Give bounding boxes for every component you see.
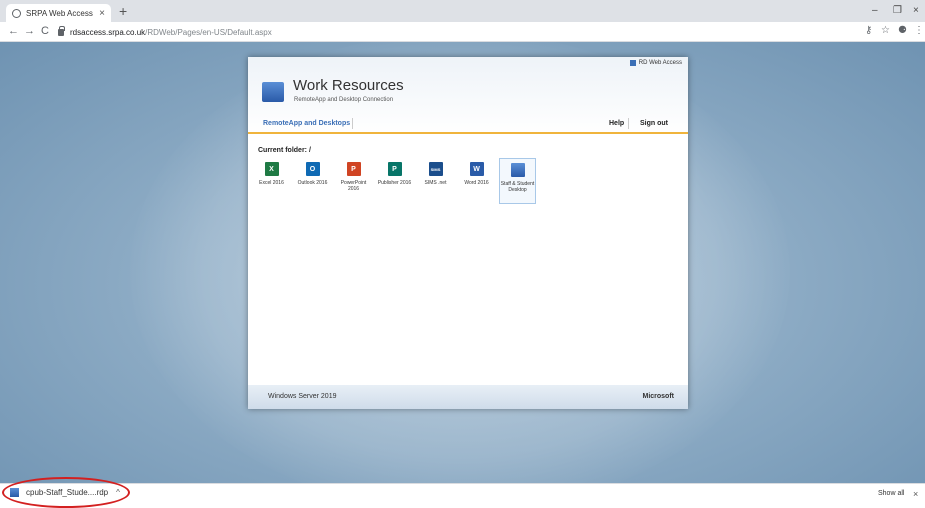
rdweb-nav-bar: RemoteApp and Desktops Help Sign out <box>248 117 688 134</box>
app-outlook[interactable]: O Outlook 2016 <box>294 158 331 204</box>
rd-web-access-badge: RD Web Access <box>629 60 682 66</box>
app-label: Outlook 2016 <box>297 180 328 186</box>
nav-divider <box>628 118 629 129</box>
remote-desktop-icon <box>510 163 525 177</box>
new-tab-button[interactable]: + <box>119 3 127 19</box>
tab-title: SRPA Web Access <box>26 8 93 18</box>
address-bar[interactable]: rdsaccess.srpa.co.uk /RDWeb/Pages/en-US/… <box>58 24 828 40</box>
page-title: Work Resources <box>293 77 404 94</box>
rdweb-footer: Windows Server 2019 Microsoft <box>248 385 688 409</box>
globe-icon <box>12 8 21 18</box>
app-label: Staff & Student Desktop <box>500 181 535 193</box>
download-bar: cpub-Staff_Stude....rdp ^ Show all × <box>0 477 925 508</box>
nav-remoteapp-desktops[interactable]: RemoteApp and Desktops <box>263 120 350 127</box>
bookmark-star-icon[interactable]: ☆ <box>881 25 890 36</box>
app-list: X Excel 2016 O Outlook 2016 P PowerPoint… <box>253 158 540 204</box>
nav-signout-link[interactable]: Sign out <box>640 120 668 127</box>
app-label: PowerPoint 2016 <box>340 180 367 192</box>
app-sims[interactable]: SIMS SIMS .net <box>417 158 454 204</box>
download-bar-close-icon[interactable]: × <box>913 489 918 499</box>
nav-help-link[interactable]: Help <box>609 120 624 127</box>
page-subtitle: RemoteApp and Desktop Connection <box>294 97 394 103</box>
show-all-button[interactable]: Show all <box>878 490 904 497</box>
url-host: rdsaccess.srpa.co.uk <box>70 27 146 37</box>
windows-server-logo: Windows Server 2019 <box>268 393 337 400</box>
key-icon[interactable]: ⚷ <box>865 25 872 36</box>
powerpoint-icon: P <box>346 162 361 176</box>
chevron-up-icon[interactable]: ^ <box>116 488 120 497</box>
excel-icon: X <box>264 162 279 176</box>
app-label: Word 2016 <box>464 180 489 186</box>
app-staff-student-desktop[interactable]: Staff & Student Desktop <box>499 158 536 204</box>
app-excel[interactable]: X Excel 2016 <box>253 158 290 204</box>
browser-tab[interactable]: SRPA Web Access × <box>6 4 111 22</box>
microsoft-logo: Microsoft <box>642 393 675 400</box>
app-label: Excel 2016 <box>259 180 284 186</box>
url-path: /RDWeb/Pages/en-US/Default.aspx <box>145 27 272 37</box>
current-folder-label: Current folder: / <box>258 147 311 154</box>
reload-button[interactable]: C <box>41 25 49 37</box>
menu-icon[interactable]: ⋮ <box>914 25 924 36</box>
nav-divider <box>352 118 353 129</box>
app-label: Publisher 2016 <box>377 180 412 186</box>
tab-close-icon[interactable]: × <box>99 8 105 19</box>
app-word[interactable]: W Word 2016 <box>458 158 495 204</box>
page-background: RD Web Access Work Resources RemoteApp a… <box>0 42 925 483</box>
browser-toolbar: ← → C rdsaccess.srpa.co.uk /RDWeb/Pages/… <box>0 22 925 42</box>
minimize-button[interactable]: – <box>872 5 878 16</box>
download-file-name: cpub-Staff_Stude....rdp <box>26 488 109 497</box>
rdp-file-icon <box>10 488 19 497</box>
rdweb-panel: RD Web Access Work Resources RemoteApp a… <box>248 57 688 409</box>
app-publisher[interactable]: P Publisher 2016 <box>376 158 413 204</box>
download-item[interactable]: cpub-Staff_Stude....rdp ^ <box>10 488 120 497</box>
lock-icon <box>58 25 65 36</box>
rd-web-access-icon <box>629 60 636 66</box>
outlook-icon: O <box>305 162 320 176</box>
rd-web-access-label: RD Web Access <box>638 60 682 66</box>
close-window-button[interactable]: × <box>913 5 919 16</box>
word-icon: W <box>469 162 484 176</box>
forward-button[interactable]: → <box>24 25 35 37</box>
browser-tab-strip: SRPA Web Access × + – ❐ × <box>0 0 925 22</box>
app-label: SIMS .net <box>424 180 447 186</box>
sims-icon: SIMS <box>428 162 443 176</box>
app-powerpoint[interactable]: P PowerPoint 2016 <box>335 158 372 204</box>
publisher-icon: P <box>387 162 402 176</box>
account-icon[interactable]: ⚈ <box>898 25 907 36</box>
rdweb-header: RD Web Access Work Resources RemoteApp a… <box>248 57 688 134</box>
back-button[interactable]: ← <box>8 25 19 37</box>
remote-desktop-logo-icon <box>262 82 284 102</box>
maximize-button[interactable]: ❐ <box>893 5 902 16</box>
